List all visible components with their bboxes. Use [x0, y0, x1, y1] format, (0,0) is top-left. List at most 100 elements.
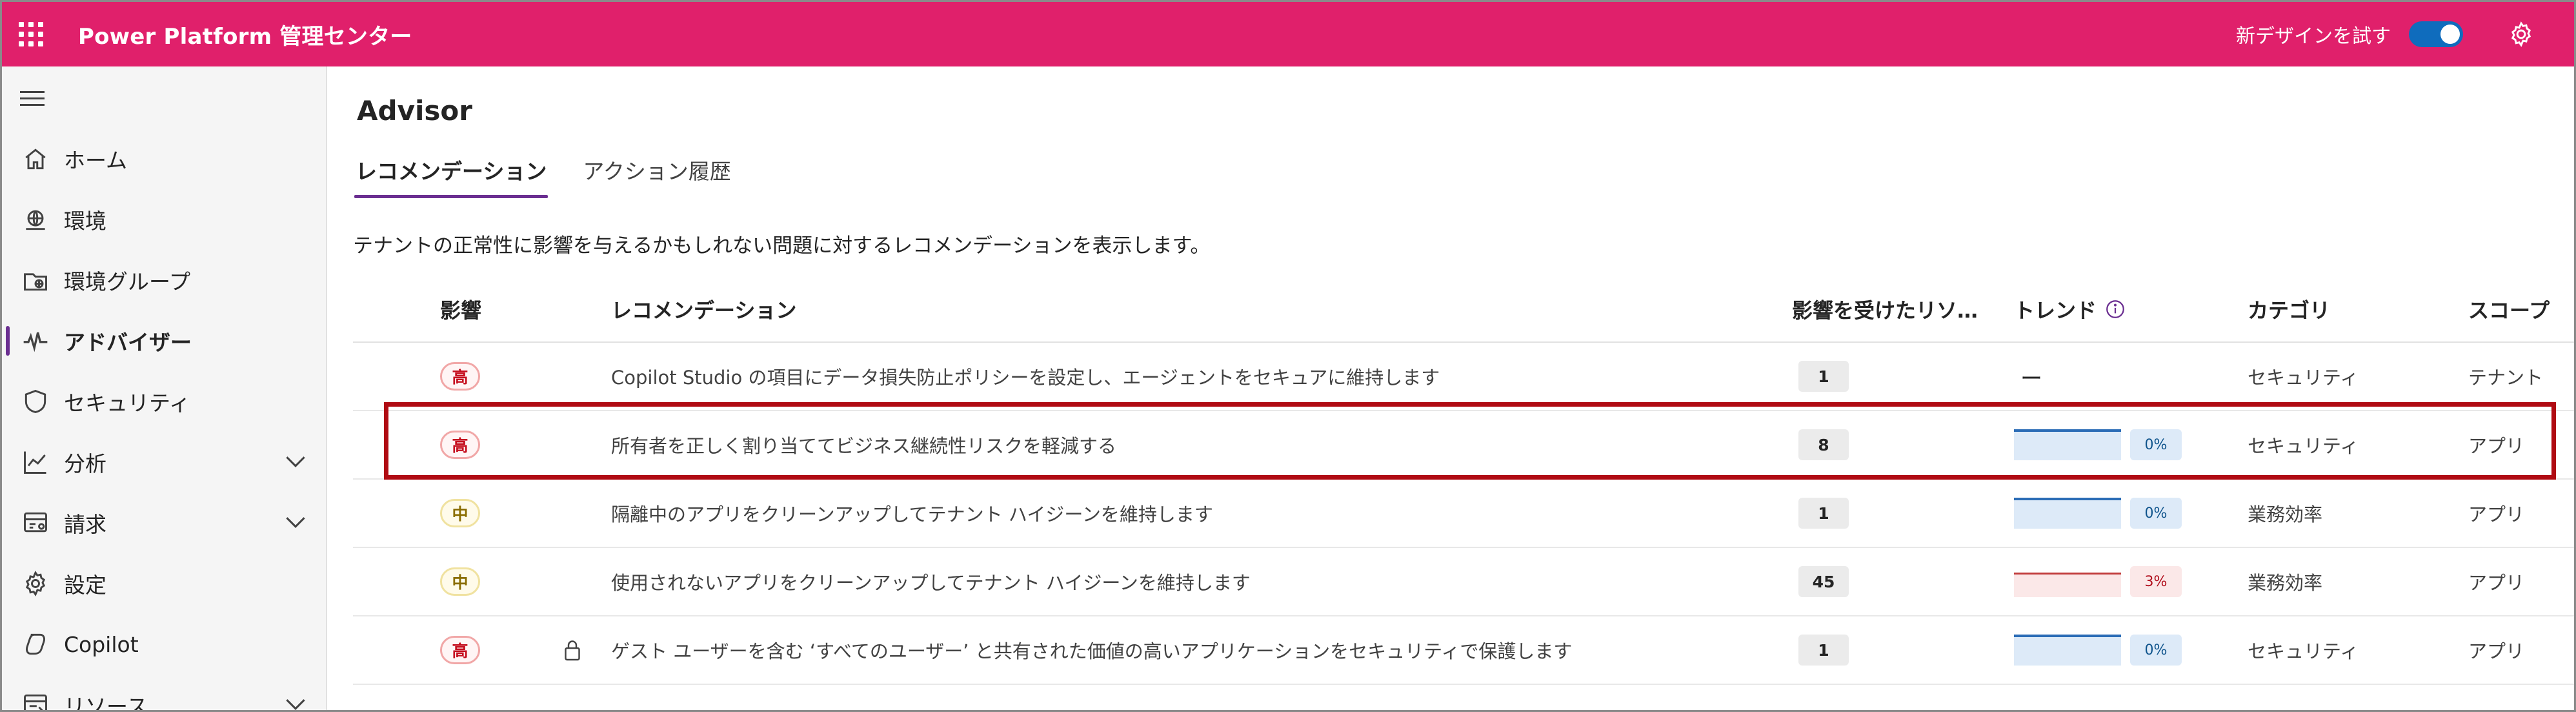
sidebar-item-label: セキュリティ — [64, 391, 191, 416]
chevron-down-icon[interactable] — [285, 697, 307, 711]
sidebar-item-resources[interactable]: リソース — [2, 676, 326, 712]
sidebar-item-environment-groups[interactable]: 環境グループ — [2, 251, 326, 309]
app-launcher-button[interactable] — [2, 2, 60, 66]
affected-count: 45 — [1798, 566, 1849, 597]
top-bar-actions: 新デザインを試す — [2236, 2, 2535, 66]
category-text: 業務効率 — [2248, 572, 2323, 594]
impact-badge: 中 — [440, 499, 480, 527]
affected-count: 1 — [1798, 498, 1849, 529]
scope-text: アプリ — [2468, 640, 2525, 662]
sidebar-item-advisor[interactable]: アドバイザー — [2, 312, 326, 370]
sidebar-item-settings[interactable]: 設定 — [2, 554, 326, 613]
sidebar-item-copilot[interactable]: Copilot — [2, 615, 326, 673]
trend-indicator: 3% — [2014, 566, 2182, 597]
hamburger-menu-icon[interactable] — [20, 91, 45, 110]
new-design-label: 新デザインを試す — [2236, 25, 2391, 48]
impact-badge: 高 — [440, 431, 480, 459]
app-window: Power Platform 管理センター 新デザインを試す ホーム 環境 環境… — [0, 0, 2576, 712]
page-title: Advisor — [357, 95, 472, 127]
advisor-icon — [23, 332, 48, 352]
recommendation-text[interactable]: 使用されないアプリをクリーンアップしてテナント ハイジーンを維持します — [611, 548, 1251, 615]
page-description: テナントの正常性に影響を与えるかもしれない問題に対するレコメンデーションを表示し… — [353, 234, 1211, 258]
sidebar-item-label: 環境 — [64, 209, 106, 234]
category-text: セキュリティ — [2248, 640, 2359, 662]
sidebar-item-label: 請求 — [64, 512, 106, 537]
waffle-icon — [19, 22, 43, 46]
shield-icon — [25, 389, 46, 414]
billing-icon — [24, 512, 47, 533]
column-header-recommendation[interactable]: レコメンデーション — [611, 277, 796, 341]
table-row[interactable]: 高 ゲスト ユーザーを含む ‘すべてのユーザー’ と共有された価値の高いアプリケ… — [353, 616, 2574, 685]
top-bar: Power Platform 管理センター 新デザインを試す — [2, 2, 2574, 66]
affected-count: 1 — [1798, 635, 1849, 666]
table-header: 影響 レコメンデーション 影響を受けたリソ… トレンド カテゴリ スコープ — [353, 277, 2574, 343]
sidebar-item-analytics[interactable]: 分析 — [2, 433, 326, 491]
trend-sparkline — [2014, 573, 2121, 597]
settings-icon — [25, 571, 46, 596]
sidebar-item-billing[interactable]: 請求 — [2, 494, 326, 552]
trend-percent: 0% — [2130, 429, 2182, 460]
table-row[interactable]: 中 使用されないアプリをクリーンアップしてテナント ハイジーンを維持します 45… — [353, 548, 2574, 616]
sidebar-item-environments[interactable]: 環境 — [2, 190, 326, 249]
lock-icon — [565, 640, 580, 661]
sidebar-item-label: リソース — [64, 694, 148, 712]
info-icon[interactable] — [2104, 298, 2126, 320]
home-icon — [25, 148, 46, 170]
tab-action-history[interactable]: アクション履歴 — [581, 149, 732, 198]
trend-indicator: 0% — [2014, 429, 2182, 460]
trend-percent: 3% — [2130, 566, 2182, 597]
sidebar-item-label: 環境グループ — [64, 269, 191, 294]
chevron-down-icon[interactable] — [285, 515, 307, 529]
trend-sparkline — [2014, 635, 2121, 666]
scope-text: テナント — [2468, 367, 2544, 389]
column-header-trend[interactable]: トレンド — [2014, 277, 2126, 341]
active-indicator — [6, 326, 10, 356]
category-text: セキュリティ — [2248, 367, 2359, 389]
tab-list: レコメンデーション アクション履歴 — [354, 149, 732, 198]
affected-count: 8 — [1798, 429, 1849, 460]
column-header-category[interactable]: カテゴリ — [2248, 277, 2330, 341]
main-content: Advisor レコメンデーション アクション履歴 テナントの正常性に影響を与え… — [327, 66, 2574, 710]
app-title: Power Platform 管理センター — [78, 23, 412, 50]
scope-text: アプリ — [2468, 572, 2525, 594]
table-row[interactable]: 高 所有者を正しく割り当ててビジネス継続性リスクを軽減する 8 0% セキュリテ… — [353, 411, 2574, 480]
recommendations-table: 影響 レコメンデーション 影響を受けたリソ… トレンド カテゴリ スコープ 高 … — [353, 277, 2574, 685]
sidebar-item-home[interactable]: ホーム — [2, 130, 326, 188]
impact-badge: 高 — [440, 636, 480, 664]
recommendation-text[interactable]: 隔離中のアプリをクリーンアップしてテナント ハイジーンを維持します — [611, 480, 1213, 547]
new-design-toggle[interactable] — [2409, 21, 2463, 47]
trend-sparkline — [2014, 429, 2121, 460]
table-row[interactable]: 高 Copilot Studio の項目にデータ損失防止ポリシーを設定し、エージ… — [353, 343, 2574, 411]
environment-icon — [26, 210, 45, 230]
toggle-knob — [2440, 25, 2460, 44]
impact-badge: 中 — [440, 567, 480, 596]
column-header-impact[interactable]: 影響 — [440, 277, 481, 341]
trend-empty: ー — [2020, 365, 2042, 392]
resources-icon — [24, 694, 47, 710]
sidebar-item-security[interactable]: セキュリティ — [2, 372, 326, 431]
trend-percent: 0% — [2130, 635, 2182, 666]
copilot-icon — [26, 633, 45, 655]
sidebar-item-label: ホーム — [64, 148, 128, 173]
sidebar-item-label: 分析 — [64, 451, 106, 476]
gear-icon[interactable] — [2507, 20, 2535, 48]
recommendation-text[interactable]: 所有者を正しく割り当ててビジネス継続性リスクを軽減する — [611, 411, 1116, 478]
column-header-trend-label: トレンド — [2014, 298, 2097, 323]
recommendation-text[interactable]: ゲスト ユーザーを含む ‘すべてのユーザー’ と共有された価値の高いアプリケーシ… — [611, 616, 1572, 684]
column-header-scope[interactable]: スコープ — [2468, 277, 2550, 341]
table-row[interactable]: 中 隔離中のアプリをクリーンアップしてテナント ハイジーンを維持します 1 0%… — [353, 480, 2574, 548]
column-header-affected-resources[interactable]: 影響を受けたリソ… — [1792, 277, 1978, 341]
trend-sparkline — [2014, 498, 2121, 529]
trend-percent: 0% — [2130, 498, 2182, 529]
affected-count: 1 — [1798, 361, 1849, 392]
scope-text: アプリ — [2468, 435, 2525, 457]
tab-recommendations[interactable]: レコメンデーション — [354, 149, 548, 198]
sidebar-item-label: 設定 — [64, 573, 106, 598]
environment-group-icon — [24, 273, 47, 291]
analytics-icon — [24, 451, 46, 474]
chevron-down-icon[interactable] — [285, 454, 307, 469]
recommendation-text[interactable]: Copilot Studio の項目にデータ損失防止ポリシーを設定し、エージェン… — [611, 343, 1440, 410]
sidebar-item-label: Copilot — [64, 631, 139, 657]
trend-indicator: 0% — [2014, 635, 2182, 666]
category-text: セキュリティ — [2248, 435, 2359, 457]
